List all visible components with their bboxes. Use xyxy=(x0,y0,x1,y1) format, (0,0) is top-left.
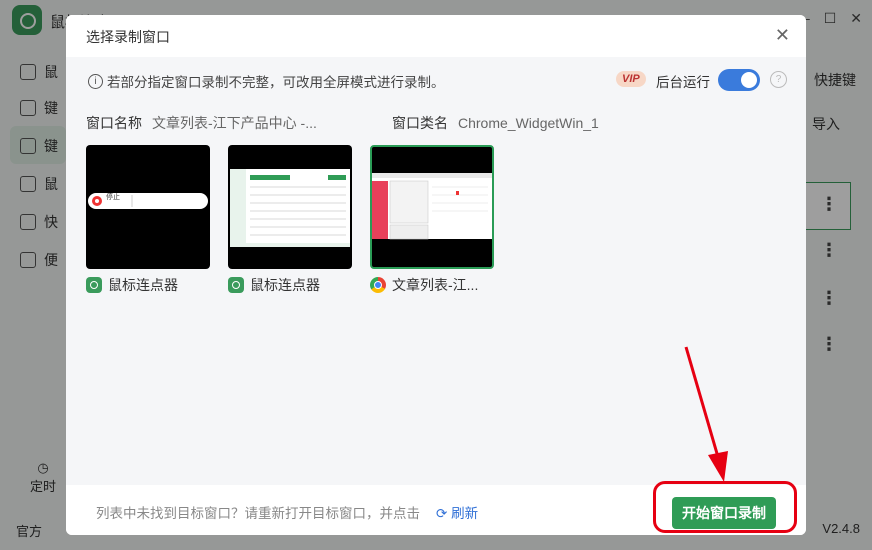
highlight-box xyxy=(653,481,797,533)
window-label: 文章列表-江... xyxy=(370,275,478,295)
window-label: 鼠标连点器 xyxy=(228,275,320,295)
mouse-clicker-app-icon xyxy=(86,277,102,293)
help-icon[interactable]: ? xyxy=(770,71,787,88)
window-label: 鼠标连点器 xyxy=(86,275,178,295)
window-name: 窗口名称 文章列表-江下产品中心 -... xyxy=(86,115,317,131)
select-window-dialog: 选择录制窗口 ✕ i 若部分指定窗口录制不完整，可改用全屏模式进行录制。 VIP… xyxy=(66,15,806,535)
annotation-arrow xyxy=(684,346,728,482)
stop-pill-text: 停止 xyxy=(106,192,120,201)
thumbnail-preview xyxy=(372,173,492,240)
refresh-link[interactable]: ⟳ 刷新 xyxy=(436,502,478,522)
chrome-icon xyxy=(370,277,386,293)
close-icon[interactable]: ✕ xyxy=(775,25,790,46)
background-run-label: 后台运行 xyxy=(656,75,710,90)
dialog-body: i 若部分指定窗口录制不完整，可改用全屏模式进行录制。 VIP 后台运行 ? 窗… xyxy=(66,57,806,485)
mouse-clicker-app-icon xyxy=(228,277,244,293)
background-run-toggle[interactable] xyxy=(718,69,760,91)
thumbnail-preview: 停止 xyxy=(88,192,208,209)
dialog-title: 选择录制窗口 xyxy=(86,29,170,45)
dialog-header: 选择录制窗口 ✕ xyxy=(66,15,806,57)
thumbnail-preview xyxy=(230,169,350,247)
window-thumbnail-selected[interactable] xyxy=(370,145,494,269)
window-thumbnail[interactable] xyxy=(228,145,352,269)
footer-hint: 列表中未找到目标窗口？请重新打开目标窗口，并点击 xyxy=(96,506,420,521)
refresh-icon: ⟳ xyxy=(436,506,448,521)
vip-badge: VIP xyxy=(616,71,646,87)
window-class: 窗口类名 Chrome_WidgetWin_1 xyxy=(392,115,599,131)
window-thumbnail[interactable]: 停止 xyxy=(86,145,210,269)
info-icon: i xyxy=(88,73,103,89)
info-message: i 若部分指定窗口录制不完整，可改用全屏模式进行录制。 xyxy=(88,71,445,91)
